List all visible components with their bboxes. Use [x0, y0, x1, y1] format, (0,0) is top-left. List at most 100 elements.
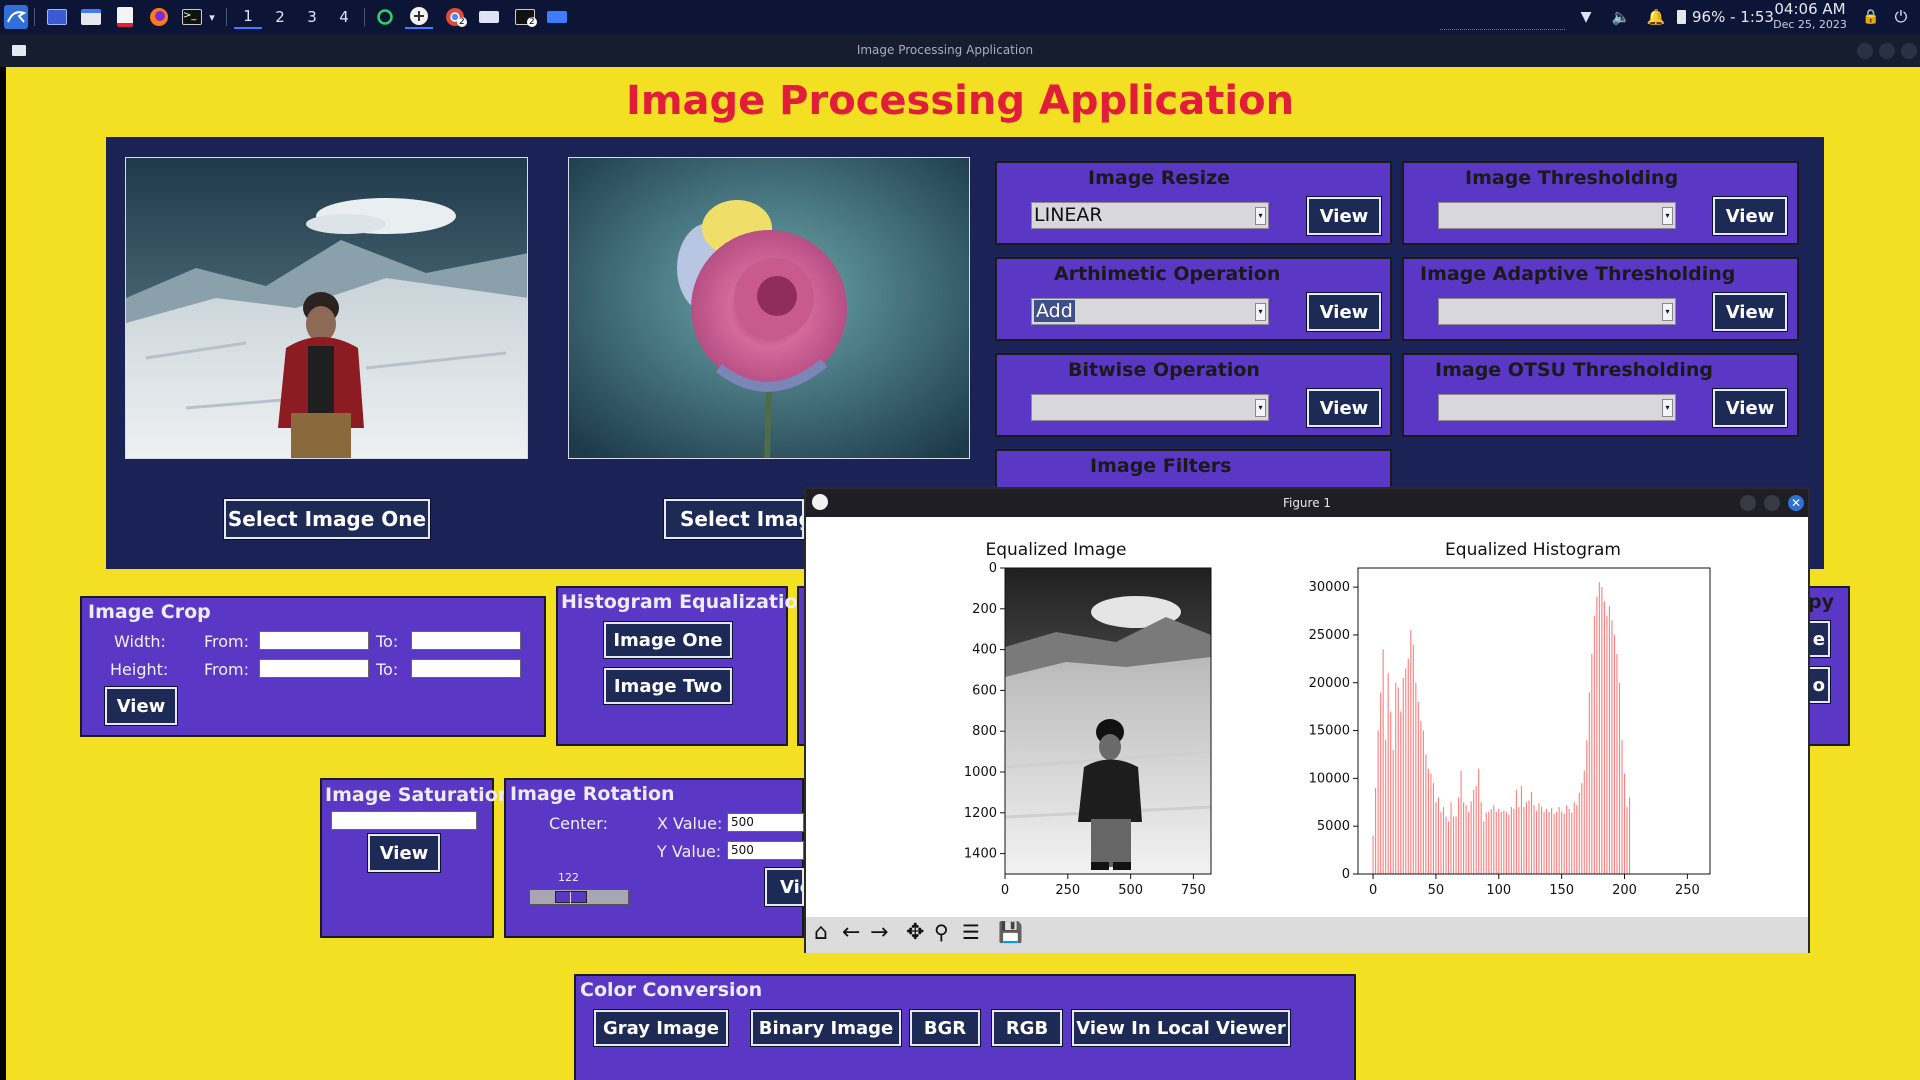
chevron-down-icon[interactable]: ▾: [1662, 207, 1673, 225]
chrome-icon[interactable]: 2: [442, 5, 468, 29]
select-image-two-button[interactable]: Select Image Two: [663, 498, 805, 540]
workspace-1[interactable]: 1: [234, 5, 262, 29]
lock-icon[interactable]: 🔒: [1860, 5, 1882, 29]
otsu-select[interactable]: ▾: [1438, 394, 1676, 421]
histogram-bar: [1500, 811, 1502, 874]
histogram-bar: [1407, 658, 1409, 874]
figure-close-button[interactable]: ✕: [1788, 495, 1804, 511]
minimize-button[interactable]: [1857, 43, 1873, 59]
bitwise-view-button[interactable]: View: [1306, 388, 1382, 428]
saturation-input[interactable]: [331, 811, 477, 830]
rotation-y-input[interactable]: 500: [727, 841, 804, 860]
maximize-button[interactable]: [1879, 43, 1895, 59]
arithmetic-view-button[interactable]: View: [1306, 292, 1382, 332]
file-manager-icon[interactable]: [80, 5, 102, 29]
rotation-view-button[interactable]: Vie: [764, 867, 805, 907]
otsu-view-button[interactable]: View: [1712, 388, 1788, 428]
window-icon[interactable]: [478, 5, 500, 29]
workspace-4[interactable]: 4: [330, 5, 358, 29]
show-desktop-icon[interactable]: [46, 5, 68, 29]
notification-bell-icon[interactable]: 🔔: [1645, 5, 1667, 29]
terminal-badge: 2: [527, 17, 537, 27]
spinner-app-icon[interactable]: [374, 5, 396, 29]
wifi-icon[interactable]: ▼: [1575, 5, 1597, 29]
folder-icon[interactable]: [546, 5, 568, 29]
battery-status[interactable]: 96% - 1:53: [1677, 0, 1774, 34]
saturation-view-button[interactable]: View: [367, 833, 441, 873]
histogram-bar: [1452, 816, 1455, 874]
home-icon[interactable]: ⌂: [814, 920, 828, 945]
threshold-select[interactable]: ▾: [1438, 202, 1676, 229]
crop-width-from-input[interactable]: [259, 631, 369, 650]
chevron-down-icon[interactable]: ▾: [1255, 399, 1266, 417]
rotation-slider-handle[interactable]: [555, 891, 587, 904]
close-button[interactable]: [1901, 43, 1917, 59]
clock-time: 04:06 AM: [1774, 0, 1846, 18]
adaptive-threshold-select[interactable]: ▾: [1438, 298, 1676, 325]
bitwise-select[interactable]: ▾: [1031, 394, 1269, 421]
crop-view-button[interactable]: View: [104, 686, 178, 726]
histogram-bar: [1485, 812, 1487, 874]
configure-icon[interactable]: ☰: [962, 920, 980, 944]
histogram-bar: [1523, 807, 1525, 874]
figure-maximize-button[interactable]: [1764, 495, 1780, 511]
volume-icon[interactable]: 🔈: [1610, 5, 1632, 29]
figure-minimize-button[interactable]: [1740, 495, 1756, 511]
power-icon[interactable]: ⏻: [1890, 5, 1912, 29]
crop-width-from-label: From:: [204, 632, 250, 651]
select-image-one-button[interactable]: Select Image One: [223, 498, 431, 540]
firefox-icon[interactable]: [148, 5, 170, 29]
chevron-down-icon[interactable]: ▾: [1662, 303, 1673, 321]
threshold-view-button[interactable]: View: [1712, 196, 1788, 236]
taskbar: >_ ▾ 1 2 3 4 2 2 ▼ 🔈 🔔 96% - 1:53 04:06 …: [0, 0, 1920, 34]
binary-image-button[interactable]: Binary Image: [750, 1009, 902, 1047]
terminal-icon[interactable]: >_: [181, 5, 203, 29]
chevron-down-icon[interactable]: ▾: [1662, 399, 1673, 417]
crop-height-from-input[interactable]: [259, 659, 369, 678]
histogram-bar: [1593, 615, 1595, 874]
histeq-image-one-button[interactable]: Image One: [603, 621, 733, 659]
histogram-bar: [1613, 634, 1616, 874]
crop-width-to-input[interactable]: [411, 631, 521, 650]
rotation-x-input[interactable]: 500: [727, 813, 804, 832]
resize-view-button[interactable]: View: [1306, 196, 1382, 236]
terminal-group-icon[interactable]: 2: [512, 5, 538, 29]
histogram-bar: [1488, 811, 1490, 874]
python-app-icon[interactable]: [405, 5, 433, 29]
histeq-image-two-button[interactable]: Image Two: [603, 667, 733, 705]
save-icon[interactable]: 💾: [998, 920, 1023, 944]
forward-icon[interactable]: →: [870, 920, 888, 945]
kali-menu-icon[interactable]: [3, 5, 29, 29]
rotation-slider[interactable]: [529, 889, 629, 905]
adaptive-view-button[interactable]: View: [1712, 292, 1788, 332]
workspace-3[interactable]: 3: [298, 5, 326, 29]
battery-text: 96% - 1:53: [1692, 8, 1774, 26]
histogram-bar: [1427, 768, 1429, 874]
chevron-down-icon[interactable]: ▾: [1255, 303, 1266, 321]
histogram-bar: [1382, 649, 1384, 874]
right-x-tick-label: 250: [1675, 883, 1700, 898]
histogram-bar: [1410, 630, 1412, 874]
histogram-bar: [1566, 805, 1568, 874]
figure-title: Figure 1: [1282, 496, 1332, 510]
bgr-button[interactable]: BGR: [909, 1009, 981, 1047]
workspace-2[interactable]: 2: [266, 5, 294, 29]
adaptive-thresholding-title: Image Adaptive Thresholding: [1420, 263, 1736, 285]
chevron-down-icon[interactable]: ▾: [205, 5, 219, 29]
rgb-button[interactable]: RGB: [991, 1009, 1063, 1047]
gray-image-button[interactable]: Gray Image: [593, 1009, 729, 1047]
crop-height-to-input[interactable]: [411, 659, 521, 678]
zoom-icon[interactable]: ⚲: [934, 920, 949, 944]
view-in-local-viewer-button[interactable]: View In Local Viewer: [1071, 1009, 1291, 1047]
histogram-bar: [1538, 803, 1540, 874]
clock[interactable]: 04:06 AM Dec 25, 2023: [1770, 1, 1850, 32]
back-icon[interactable]: ←: [842, 920, 860, 945]
text-editor-icon[interactable]: [114, 5, 136, 29]
chevron-down-icon[interactable]: ▾: [1255, 207, 1266, 225]
histogram-bar: [1520, 786, 1522, 874]
resize-method-select[interactable]: LINEAR ▾: [1031, 202, 1269, 229]
color-conversion-title: Color Conversion: [580, 979, 763, 1001]
arithmetic-select[interactable]: Add ▾: [1031, 298, 1269, 325]
left-y-tick-label: 400: [972, 643, 997, 658]
pan-icon[interactable]: ✥: [906, 920, 924, 945]
